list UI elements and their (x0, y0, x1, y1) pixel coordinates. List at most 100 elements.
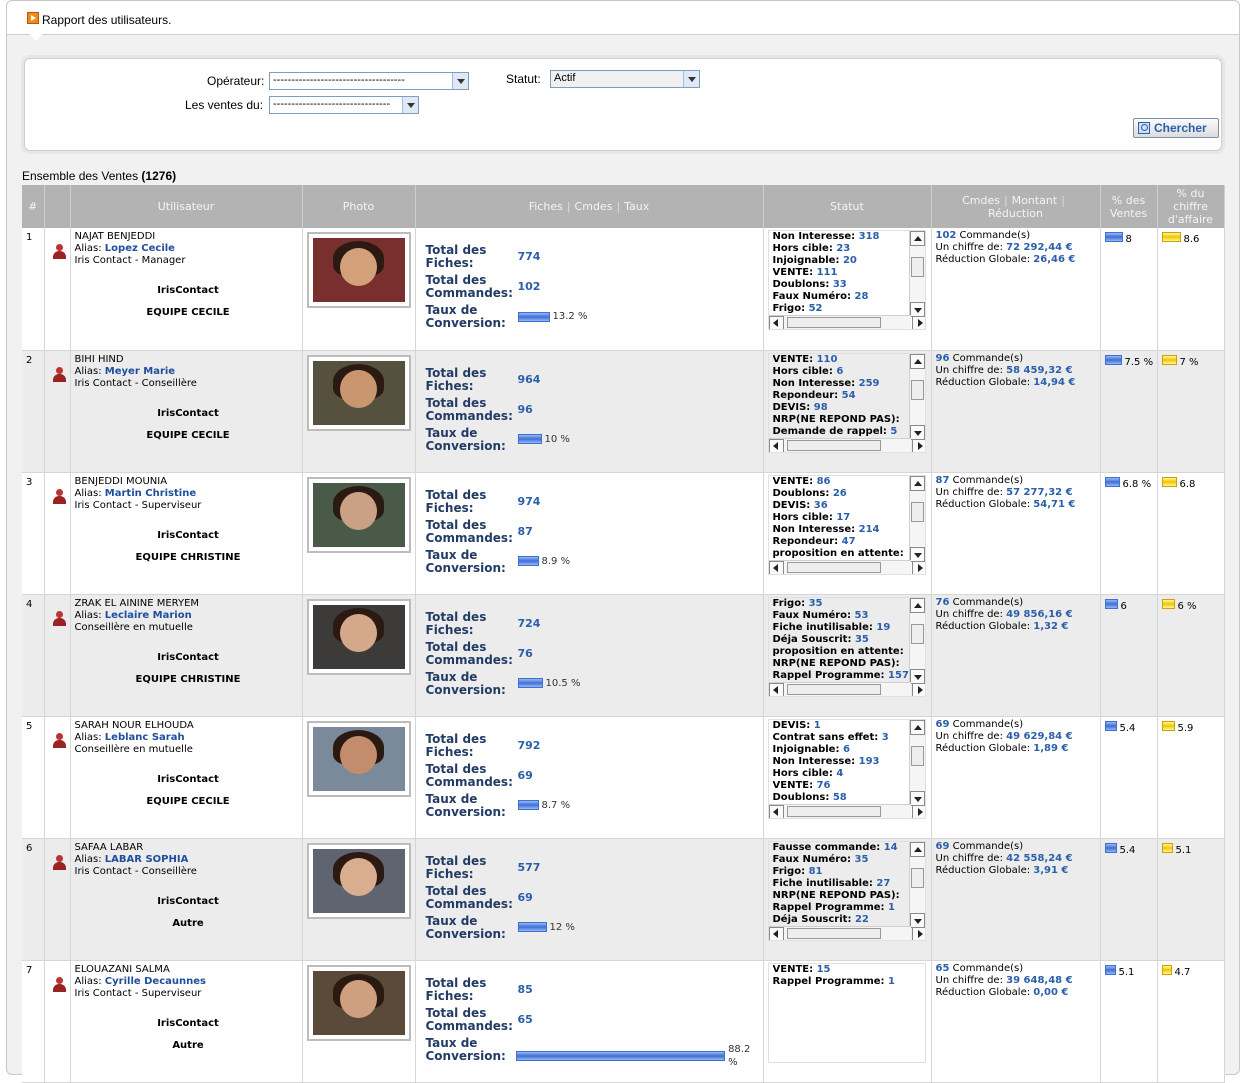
scroll-down-icon[interactable] (909, 912, 925, 928)
scroll-up-icon[interactable] (909, 719, 925, 735)
scroll-thumb[interactable] (910, 257, 924, 277)
user-alias-link[interactable]: Cyrille Decaunnes (105, 976, 206, 987)
statut-select[interactable]: Actif (550, 70, 700, 88)
scroll-up-icon[interactable] (909, 841, 925, 857)
status-count[interactable]: 54 (842, 390, 856, 401)
user-alias-link[interactable]: Leblanc Sarah (105, 732, 185, 743)
commands-count-value[interactable]: 87 (936, 475, 950, 486)
total-fiches-value[interactable]: 85 (518, 977, 533, 996)
commands-count-value[interactable]: 76 (936, 597, 950, 608)
commands-count-value[interactable]: 102 (936, 230, 957, 241)
status-count[interactable]: 81 (809, 866, 823, 877)
scroll-thumb[interactable] (786, 561, 881, 573)
vertical-scrollbar[interactable] (908, 231, 925, 317)
scroll-down-icon[interactable] (909, 424, 925, 440)
scroll-left-icon[interactable] (768, 804, 784, 818)
scroll-thumb[interactable] (910, 867, 924, 888)
user-alias-link[interactable]: Leclaire Marion (105, 610, 192, 621)
search-button[interactable]: Chercher (1133, 118, 1219, 138)
scroll-down-icon[interactable] (909, 546, 925, 562)
scroll-thumb[interactable] (910, 379, 924, 400)
scroll-down-icon[interactable] (909, 790, 925, 806)
col-taux[interactable]: Taux (624, 200, 649, 213)
status-count[interactable]: 20 (843, 255, 857, 266)
status-count[interactable]: 193 (859, 756, 880, 767)
status-count[interactable]: 3 (882, 732, 889, 743)
vertical-scrollbar[interactable] (908, 353, 925, 440)
status-list[interactable]: Non Interesse: 318 Hors cible: 23 Injoigna… (767, 230, 926, 330)
operateur-select[interactable]: ------------------------------------ (269, 72, 469, 90)
status-count[interactable]: 58 (833, 792, 847, 803)
col-reduction[interactable]: Réduction (988, 207, 1043, 220)
scroll-right-icon[interactable] (911, 560, 925, 574)
status-count[interactable]: 1 (888, 902, 895, 913)
scroll-up-icon[interactable] (909, 475, 925, 491)
scroll-thumb[interactable] (910, 745, 924, 766)
status-count[interactable]: 35 (855, 854, 869, 865)
user-alias-link[interactable]: Lopez Cecile (105, 243, 175, 254)
scroll-left-icon[interactable] (768, 682, 784, 696)
status-count[interactable]: 53 (855, 610, 869, 621)
col-fiches[interactable]: Fiches (529, 200, 563, 213)
vertical-scrollbar[interactable] (908, 597, 925, 684)
status-count[interactable]: 36 (814, 500, 828, 511)
scroll-right-icon[interactable] (911, 804, 925, 818)
status-count[interactable]: 4 (836, 768, 843, 779)
user-alias-link[interactable]: Martin Christine (105, 488, 196, 499)
horizontal-scrollbar[interactable] (768, 681, 925, 696)
scroll-thumb[interactable] (910, 623, 924, 644)
horizontal-scrollbar[interactable] (768, 559, 925, 574)
col-cmdes2[interactable]: Cmdes (962, 194, 1000, 207)
user-photo[interactable] (306, 476, 411, 553)
commands-count-value[interactable]: 96 (936, 353, 950, 364)
total-cmds-value[interactable]: 76 (518, 641, 533, 660)
status-count[interactable]: 318 (859, 231, 880, 242)
status-list[interactable]: VENTE: 110 Hors cible: 6 Non Interesse: 25… (767, 352, 926, 453)
total-cmds-value[interactable]: 69 (518, 763, 533, 782)
status-list[interactable]: Fausse commande: 14 Faux Numéro: 35 Frigo:… (767, 840, 926, 941)
status-count[interactable]: 28 (855, 291, 869, 302)
total-fiches-value[interactable]: 774 (518, 244, 541, 263)
commands-count-value[interactable]: 69 (936, 719, 950, 730)
status-count[interactable]: 5 (890, 426, 897, 437)
col-user[interactable]: Utilisateur (70, 185, 303, 228)
status-count[interactable]: 23 (836, 243, 850, 254)
horizontal-scrollbar[interactable] (768, 803, 925, 818)
scroll-down-icon[interactable] (909, 302, 925, 317)
status-count[interactable]: 6 (843, 744, 850, 755)
status-list[interactable]: VENTE: 86 Doublons: 26 DEVIS: 36 Hors cible… (767, 474, 926, 575)
vertical-scrollbar[interactable] (908, 475, 925, 562)
status-count[interactable]: 17 (836, 512, 850, 523)
scroll-left-icon[interactable] (768, 926, 784, 940)
status-count[interactable]: 26 (833, 488, 847, 499)
scroll-up-icon[interactable] (909, 353, 925, 369)
scroll-thumb[interactable] (786, 805, 881, 817)
commands-count-value[interactable]: 65 (936, 963, 950, 974)
scroll-right-icon[interactable] (911, 438, 925, 452)
status-count[interactable]: 52 (809, 303, 823, 314)
user-photo[interactable] (306, 354, 411, 431)
scroll-thumb[interactable] (910, 501, 924, 522)
status-count[interactable]: 33 (833, 279, 847, 290)
total-fiches-value[interactable]: 792 (518, 733, 541, 752)
status-count[interactable]: 214 (859, 524, 880, 535)
total-cmds-value[interactable]: 87 (518, 519, 533, 538)
total-cmds-value[interactable]: 65 (518, 1007, 533, 1026)
scroll-left-icon[interactable] (768, 438, 784, 452)
user-photo[interactable] (306, 964, 411, 1041)
col-pct-ventes[interactable]: % des Ventes (1100, 185, 1158, 228)
vertical-scrollbar[interactable] (908, 841, 925, 928)
scroll-up-icon[interactable] (909, 597, 925, 613)
status-list[interactable]: DEVIS: 1 Contrat sans effet: 3 Injoignable… (767, 718, 926, 819)
user-photo[interactable] (306, 720, 411, 797)
horizontal-scrollbar[interactable] (768, 437, 925, 452)
status-count[interactable]: 14 (884, 842, 898, 853)
scroll-down-icon[interactable] (909, 668, 925, 684)
status-count[interactable]: 76 (817, 780, 831, 791)
status-count[interactable]: 157 (888, 670, 908, 681)
status-count[interactable]: 19 (876, 622, 890, 633)
total-cmds-value[interactable]: 102 (518, 274, 541, 293)
scroll-thumb[interactable] (786, 317, 881, 328)
col-montant[interactable]: Montant (1012, 194, 1058, 207)
total-cmds-value[interactable]: 96 (518, 397, 533, 416)
